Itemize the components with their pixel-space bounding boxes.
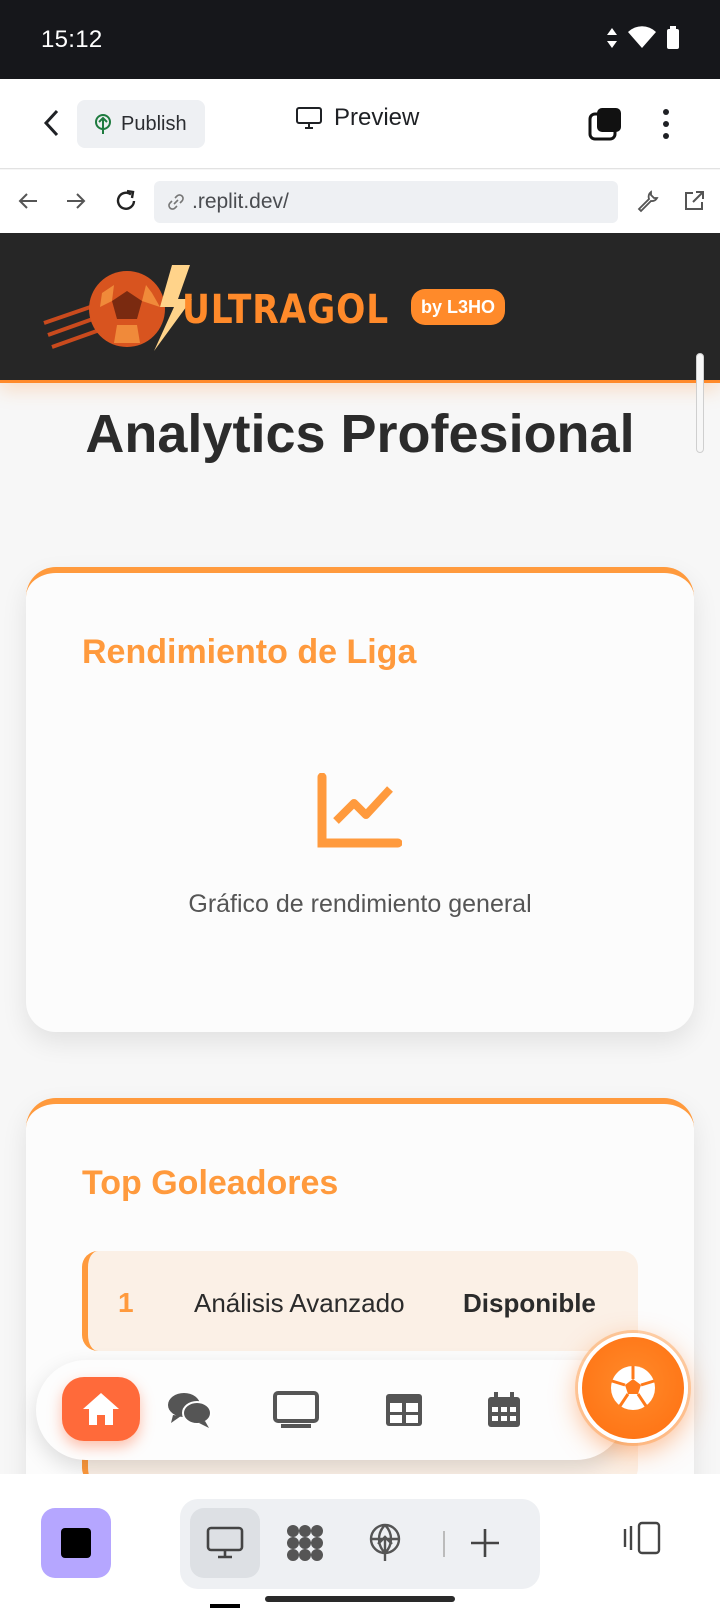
browser-forward-button[interactable]	[60, 185, 92, 217]
arrow-right-icon	[67, 193, 86, 209]
home-indicator[interactable]	[265, 1596, 455, 1602]
card-title: Top Goleadores	[82, 1164, 339, 1202]
external-link-icon	[685, 191, 704, 210]
home-icon	[83, 1393, 119, 1425]
monitor-icon	[296, 107, 322, 129]
deploy-icon	[369, 1523, 401, 1561]
devtools-button[interactable]	[632, 185, 664, 217]
soccer-ball-icon	[611, 1366, 655, 1410]
bottom-navigation	[36, 1360, 626, 1460]
tv-icon	[273, 1391, 319, 1428]
item-name: Análisis Avanzado	[194, 1288, 405, 1318]
nav-home-button[interactable]	[62, 1377, 140, 1441]
web-page: ULTRAGOL by L3HO Analytics Profesional R…	[0, 233, 720, 1474]
reload-icon	[116, 189, 136, 210]
line-chart-icon	[317, 773, 402, 848]
plus-icon	[471, 1529, 499, 1557]
chart-caption: Gráfico de rendimiento general	[188, 890, 532, 918]
divider	[443, 1531, 445, 1557]
card-title: Rendimiento de Liga	[82, 633, 417, 671]
wifi-icon	[628, 26, 656, 48]
publish-button[interactable]: Publish	[77, 100, 205, 148]
monitor-icon	[206, 1526, 244, 1559]
tool-deploy[interactable]	[350, 1508, 420, 1578]
nav-tv-button[interactable]	[268, 1382, 324, 1438]
nav-table-button[interactable]	[376, 1382, 432, 1438]
reload-button[interactable]	[110, 185, 142, 217]
battery-icon	[667, 26, 679, 49]
nav-calendar-button[interactable]	[476, 1382, 532, 1438]
tool-apps[interactable]	[270, 1508, 340, 1578]
rank: 1	[118, 1287, 134, 1318]
app-bar: Publish Preview	[0, 79, 720, 169]
tool-add[interactable]	[450, 1508, 520, 1578]
url-field[interactable]: .replit.dev/	[154, 181, 618, 223]
item-status: Disponible	[463, 1288, 596, 1318]
preview-title: Preview	[296, 104, 419, 132]
publish-icon	[95, 114, 111, 134]
status-time: 15:12	[41, 26, 103, 53]
back-button[interactable]	[34, 105, 70, 141]
chat-icon	[168, 1393, 212, 1428]
status-bar: 15:12	[0, 0, 720, 79]
brand-name: ULTRAGOL	[182, 287, 390, 333]
url-text: .replit.dev/	[192, 190, 289, 213]
tabs-button[interactable]	[588, 107, 622, 141]
publish-label: Publish	[121, 112, 187, 135]
page-title: Analytics Profesional	[85, 404, 635, 464]
wrench-icon	[637, 190, 659, 213]
tool-group	[180, 1499, 540, 1589]
tool-preview[interactable]	[190, 1508, 260, 1578]
arrow-left-icon	[18, 193, 37, 209]
data-arrows-icon	[607, 28, 617, 48]
tabs-icon	[588, 108, 621, 141]
table-icon	[386, 1394, 422, 1426]
soccer-fab-button[interactable]	[578, 1333, 688, 1443]
league-performance-card: Rendimiento de Liga Gráfico de rendimien…	[26, 567, 694, 1032]
browser-bar: .replit.dev/	[0, 170, 720, 233]
link-icon	[168, 194, 184, 210]
open-external-button[interactable]	[678, 185, 710, 217]
browser-back-button[interactable]	[12, 185, 44, 217]
calendar-icon	[488, 1392, 520, 1427]
site-header: ULTRAGOL by L3HO	[0, 233, 720, 383]
nav-bar-mark	[210, 1604, 240, 1608]
status-icons	[606, 26, 680, 50]
device-rotate-icon	[623, 1521, 661, 1555]
stop-button[interactable]	[41, 1508, 111, 1578]
device-toggle-button[interactable]	[620, 1516, 664, 1560]
author-badge: by L3HO	[411, 289, 506, 325]
preview-label: Preview	[334, 104, 420, 131]
bottom-toolbar	[0, 1474, 720, 1612]
chevron-left-icon	[43, 109, 59, 137]
nav-chat-button[interactable]	[162, 1382, 218, 1438]
more-options-button[interactable]	[654, 103, 678, 145]
apps-grid-icon	[287, 1525, 323, 1561]
stop-icon	[61, 1528, 91, 1558]
list-item[interactable]: 1 Análisis Avanzado Disponible	[82, 1251, 638, 1351]
